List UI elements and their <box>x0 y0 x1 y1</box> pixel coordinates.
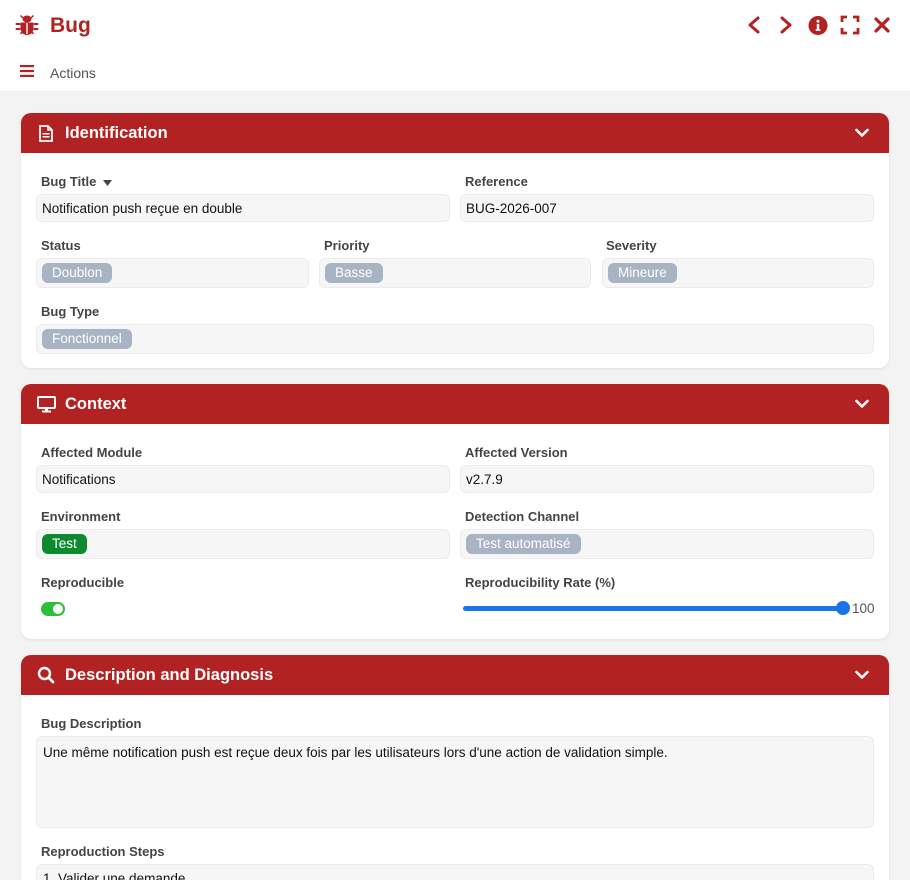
status-field[interactable]: Doublon <box>36 258 309 288</box>
environment-label: Environment <box>41 509 121 524</box>
context-panel: Context Affected Module Notifications Af… <box>21 384 889 639</box>
reproducibility-rate-label: Reproducibility Rate (%) <box>465 575 616 590</box>
context-title: Context <box>65 394 127 413</box>
bug-icon <box>14 11 40 42</box>
search-icon <box>35 664 57 686</box>
description-panel: Description and Diagnosis Bug Descriptio… <box>21 655 889 880</box>
document-icon <box>35 122 57 144</box>
affected-module-label: Affected Module <box>41 445 143 460</box>
actions-menu[interactable]: Actions <box>20 64 96 82</box>
reproduction-steps-field[interactable]: 1. Valider une demande <box>36 864 874 880</box>
priority-label: Priority <box>324 238 370 253</box>
status-label: Status <box>41 238 81 253</box>
detection-channel-tag: Test automatisé <box>466 534 581 554</box>
description-title: Description and Diagnosis <box>65 665 274 684</box>
detection-channel-field[interactable]: Test automatisé <box>460 529 874 559</box>
detection-channel-label: Detection Channel <box>465 509 580 524</box>
reproducible-label: Reproducible <box>41 575 125 590</box>
bug-title-label: Bug Title <box>41 174 113 189</box>
severity-label: Severity <box>606 238 657 253</box>
hamburger-menu-icon[interactable] <box>20 64 34 82</box>
monitor-icon <box>35 393 57 415</box>
chevron-left-icon[interactable] <box>744 14 764 36</box>
actions-label[interactable]: Actions <box>50 65 96 81</box>
fullscreen-icon[interactable] <box>840 14 860 36</box>
bug-type-label: Bug Type <box>41 304 100 319</box>
bug-description-field[interactable]: Une même notification push est reçue deu… <box>36 736 874 828</box>
window-controls <box>744 14 892 36</box>
reference-label: Reference <box>465 174 528 189</box>
bug-description-label: Bug Description <box>41 716 142 731</box>
bug-type-field[interactable]: Fonctionnel <box>36 324 874 354</box>
info-icon[interactable] <box>808 14 828 36</box>
reproducibility-rate-value: 100 <box>852 601 875 616</box>
reference-field[interactable]: BUG-2026-007 <box>460 194 874 222</box>
priority-field[interactable]: Basse <box>319 258 591 288</box>
identification-panel-header[interactable]: Identification <box>21 113 889 153</box>
severity-tag: Mineure <box>608 263 677 283</box>
status-tag: Doublon <box>42 263 113 283</box>
close-icon[interactable] <box>872 14 892 36</box>
severity-field[interactable]: Mineure <box>602 258 874 288</box>
reproduction-steps-label: Reproduction Steps <box>41 844 165 859</box>
bug-title-field[interactable]: Notification push reçue en double <box>36 194 450 222</box>
slider-thumb[interactable] <box>836 601 850 615</box>
app-title: Bug <box>50 14 91 37</box>
bug-type-tag: Fonctionnel <box>42 329 132 349</box>
chevron-down-icon[interactable] <box>853 124 871 142</box>
affected-module-field[interactable]: Notifications <box>36 465 450 493</box>
caret-down-icon[interactable] <box>103 174 113 189</box>
chevron-right-icon[interactable] <box>776 14 796 36</box>
environment-tag: Test <box>42 534 87 554</box>
identification-panel: Identification Bug Title Notification pu… <box>21 113 889 368</box>
app-header: Bug Actions <box>0 0 910 92</box>
affected-version-field[interactable]: v2.7.9 <box>460 465 874 493</box>
chevron-down-icon[interactable] <box>853 395 871 413</box>
reproducibility-rate-slider[interactable] <box>463 606 843 611</box>
affected-version-label: Affected Version <box>465 445 568 460</box>
description-panel-header[interactable]: Description and Diagnosis <box>21 655 889 695</box>
chevron-down-icon[interactable] <box>853 666 871 684</box>
title-row: Bug <box>14 12 91 40</box>
identification-title: Identification <box>65 123 168 142</box>
environment-field[interactable]: Test <box>36 529 450 559</box>
toggle-knob <box>53 604 63 614</box>
priority-tag: Basse <box>325 263 383 283</box>
reproducible-toggle[interactable] <box>41 602 65 616</box>
context-panel-header[interactable]: Context <box>21 384 889 424</box>
